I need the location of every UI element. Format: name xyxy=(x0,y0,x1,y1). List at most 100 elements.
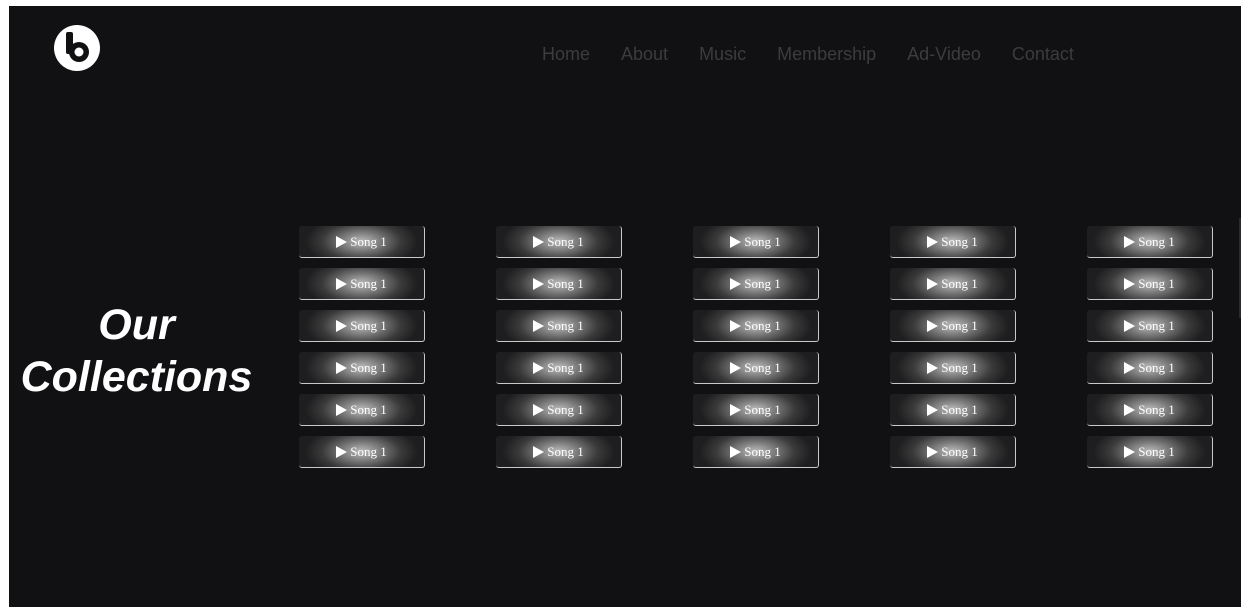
song-button[interactable]: Song 1 xyxy=(496,268,622,300)
song-button[interactable]: Song 1 xyxy=(299,436,425,468)
song-button[interactable]: Song 1 xyxy=(1087,310,1213,342)
play-icon xyxy=(533,361,545,374)
song-label: Song 1 xyxy=(1138,359,1175,375)
collections-heading: Our Collections xyxy=(9,299,264,403)
nav-membership[interactable]: Membership xyxy=(777,44,876,64)
song-button[interactable]: Song 1 xyxy=(890,310,1016,342)
song-label: Song 1 xyxy=(350,359,387,375)
song-button[interactable]: Song 1 xyxy=(693,394,819,426)
play-icon xyxy=(1124,403,1136,416)
nav-music[interactable]: Music xyxy=(699,44,746,64)
play-icon xyxy=(730,445,742,458)
song-label: Song 1 xyxy=(941,317,978,333)
play-icon xyxy=(927,445,939,458)
play-icon xyxy=(336,277,348,290)
song-button[interactable]: Song 1 xyxy=(299,226,425,258)
song-label: Song 1 xyxy=(941,233,978,249)
song-label: Song 1 xyxy=(941,359,978,375)
play-icon xyxy=(336,235,348,248)
song-button[interactable]: Song 1 xyxy=(1087,436,1213,468)
song-label: Song 1 xyxy=(1138,317,1175,333)
song-button[interactable]: Song 1 xyxy=(299,268,425,300)
play-icon xyxy=(336,445,348,458)
song-label: Song 1 xyxy=(547,233,584,249)
song-button[interactable]: Song 1 xyxy=(496,352,622,384)
play-icon xyxy=(927,277,939,290)
song-button[interactable]: Song 1 xyxy=(496,436,622,468)
play-icon xyxy=(336,319,348,332)
play-icon xyxy=(1124,445,1136,458)
heading-line-1: Our xyxy=(98,301,175,349)
song-label: Song 1 xyxy=(350,233,387,249)
song-button[interactable]: Song 1 xyxy=(693,310,819,342)
play-icon xyxy=(533,277,545,290)
song-button[interactable]: Song 1 xyxy=(890,226,1016,258)
song-button[interactable]: Song 1 xyxy=(299,310,425,342)
song-button[interactable]: Song 1 xyxy=(693,436,819,468)
song-label: Song 1 xyxy=(941,275,978,291)
song-label: Song 1 xyxy=(1138,275,1175,291)
song-label: Song 1 xyxy=(1138,443,1175,459)
song-button[interactable]: Song 1 xyxy=(496,394,622,426)
play-icon xyxy=(1124,277,1136,290)
song-label: Song 1 xyxy=(1138,401,1175,417)
song-label: Song 1 xyxy=(941,443,978,459)
song-button[interactable]: Song 1 xyxy=(693,268,819,300)
song-button[interactable]: Song 1 xyxy=(1087,268,1213,300)
play-icon xyxy=(927,403,939,416)
song-label: Song 1 xyxy=(350,317,387,333)
song-label: Song 1 xyxy=(941,401,978,417)
play-icon xyxy=(927,235,939,248)
song-label: Song 1 xyxy=(350,443,387,459)
play-icon xyxy=(927,319,939,332)
song-label: Song 1 xyxy=(547,401,584,417)
song-button[interactable]: Song 1 xyxy=(1087,352,1213,384)
nav-about[interactable]: About xyxy=(621,44,668,64)
song-label: Song 1 xyxy=(547,359,584,375)
play-icon xyxy=(336,361,348,374)
song-label: Song 1 xyxy=(744,275,781,291)
play-icon xyxy=(730,319,742,332)
song-label: Song 1 xyxy=(547,317,584,333)
song-button[interactable]: Song 1 xyxy=(890,352,1016,384)
song-button[interactable]: Song 1 xyxy=(496,226,622,258)
play-icon xyxy=(1124,235,1136,248)
heading-line-2: Collections xyxy=(20,353,253,401)
play-icon xyxy=(730,235,742,248)
play-icon xyxy=(533,403,545,416)
play-icon xyxy=(533,445,545,458)
play-icon xyxy=(336,403,348,416)
song-button[interactable]: Song 1 xyxy=(1087,226,1213,258)
song-button[interactable]: Song 1 xyxy=(693,226,819,258)
song-label: Song 1 xyxy=(744,401,781,417)
play-icon xyxy=(730,403,742,416)
song-label: Song 1 xyxy=(547,275,584,291)
nav-home[interactable]: Home xyxy=(542,44,590,64)
play-icon xyxy=(533,319,545,332)
song-button[interactable]: Song 1 xyxy=(890,436,1016,468)
main-nav: Home About Music Membership Ad-Video Con… xyxy=(542,44,1105,64)
play-icon xyxy=(730,361,742,374)
play-icon xyxy=(927,361,939,374)
song-label: Song 1 xyxy=(1138,233,1175,249)
song-button[interactable]: Song 1 xyxy=(299,352,425,384)
song-button[interactable]: Song 1 xyxy=(890,394,1016,426)
nav-contact[interactable]: Contact xyxy=(1012,44,1074,64)
play-icon xyxy=(1124,361,1136,374)
play-icon xyxy=(533,235,545,248)
song-label: Song 1 xyxy=(350,275,387,291)
play-icon xyxy=(730,277,742,290)
song-button[interactable]: Song 1 xyxy=(1087,394,1213,426)
song-label: Song 1 xyxy=(744,317,781,333)
song-label: Song 1 xyxy=(744,359,781,375)
song-label: Song 1 xyxy=(350,401,387,417)
song-button[interactable]: Song 1 xyxy=(890,268,1016,300)
song-button[interactable]: Song 1 xyxy=(299,394,425,426)
page: Home About Music Membership Ad-Video Con… xyxy=(9,6,1241,607)
song-button[interactable]: Song 1 xyxy=(693,352,819,384)
beats-logo-icon[interactable] xyxy=(53,24,101,72)
song-label: Song 1 xyxy=(547,443,584,459)
scrollbar[interactable] xyxy=(1239,218,1241,318)
song-button[interactable]: Song 1 xyxy=(496,310,622,342)
nav-ad-video[interactable]: Ad-Video xyxy=(907,44,981,64)
